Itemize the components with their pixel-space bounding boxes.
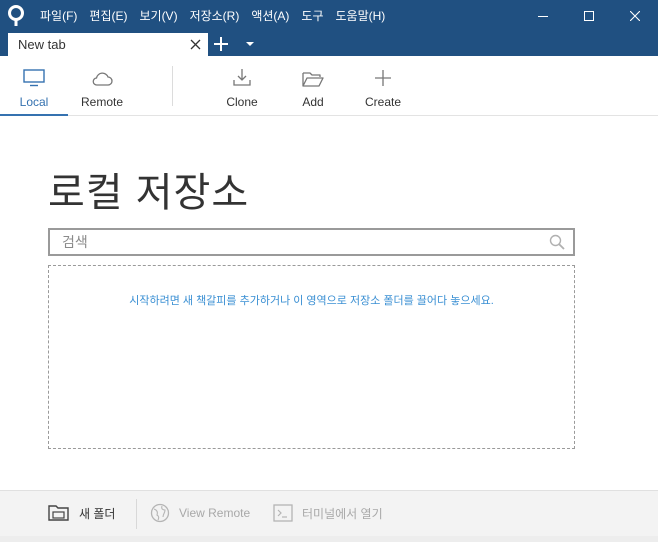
open-terminal-button[interactable]: 터미널에서 열기 (273, 499, 383, 527)
sourcetree-logo-icon (0, 0, 32, 32)
new-folder-label: 새 폴더 (79, 506, 116, 521)
tab-label: New tab (18, 37, 66, 52)
tab-local[interactable]: Local (0, 56, 68, 116)
folder-open-icon (302, 72, 324, 87)
search-input[interactable] (50, 230, 573, 254)
add-tab-button[interactable] (212, 36, 230, 52)
maximize-icon (584, 11, 594, 21)
chevron-down-icon (246, 42, 254, 46)
menu-actions[interactable]: 액션(A) (245, 0, 295, 32)
clone-button[interactable]: Clone (212, 56, 272, 116)
view-remote-label: View Remote (179, 506, 251, 520)
close-icon (630, 11, 640, 21)
add-label: Add (302, 95, 324, 109)
title-bar: 파일(F) 편집(E) 보기(V) 저장소(R) 액션(A) 도구 도움말(H) (0, 0, 658, 32)
view-remote-button[interactable]: View Remote (150, 499, 250, 527)
tab-local-label: Local (19, 95, 49, 109)
plus-icon (214, 37, 228, 51)
close-icon (190, 39, 200, 49)
tab-new-tab[interactable]: New tab (8, 33, 208, 56)
menu-bar: 파일(F) 편집(E) 보기(V) 저장소(R) 액션(A) 도구 도움말(H) (34, 0, 391, 32)
menu-file[interactable]: 파일(F) (34, 0, 83, 32)
menu-view[interactable]: 보기(V) (133, 0, 183, 32)
window-controls (520, 0, 658, 32)
menu-tools[interactable]: 도구 (295, 0, 329, 32)
minimize-button[interactable] (520, 0, 566, 32)
tab-list-button[interactable] (244, 39, 256, 49)
tab-remote[interactable]: Remote (68, 56, 136, 116)
repository-drop-zone[interactable]: 시작하려면 새 책갈피를 추가하거나 이 영역으로 저장소 폴더를 끌어다 놓으… (48, 265, 575, 449)
search-icon[interactable] (549, 234, 565, 250)
menu-edit[interactable]: 편집(E) (83, 0, 133, 32)
close-button[interactable] (612, 0, 658, 32)
monitor-icon (23, 69, 45, 87)
bottom-divider (136, 499, 137, 529)
tab-bar: New tab (0, 32, 658, 56)
bottom-bar: 새 폴더 View Remote 터미널에서 열기 (0, 490, 658, 542)
new-folder-icon (48, 505, 69, 521)
minimize-icon (538, 16, 548, 17)
plus-icon (375, 70, 391, 86)
background-window-strip (0, 536, 658, 542)
maximize-button[interactable] (566, 0, 612, 32)
terminal-icon (273, 504, 293, 522)
tab-close-button[interactable] (188, 37, 202, 51)
cloud-icon (92, 72, 113, 86)
menu-help[interactable]: 도움말(H) (330, 0, 392, 32)
main-panel: 로컬 저장소 시작하려면 새 책갈피를 추가하거나 이 영역으로 저장소 폴더를… (0, 116, 658, 490)
create-label: Create (364, 95, 402, 109)
empty-state-message: 시작하려면 새 책갈피를 추가하거나 이 영역으로 저장소 폴더를 끌어다 놓으… (129, 295, 494, 307)
download-icon (233, 69, 251, 86)
search-box (48, 228, 575, 256)
clone-label: Clone (226, 95, 258, 109)
create-button[interactable]: Create (353, 56, 413, 116)
new-folder-button[interactable]: 새 폴더 (48, 499, 115, 527)
toolbar-divider (172, 66, 173, 106)
open-terminal-label: 터미널에서 열기 (302, 506, 383, 521)
add-button[interactable]: Add (283, 56, 343, 116)
page-title: 로컬 저장소 (48, 171, 250, 215)
globe-icon (150, 503, 170, 523)
tab-remote-label: Remote (80, 95, 124, 109)
menu-repository[interactable]: 저장소(R) (184, 0, 246, 32)
toolbar: Local Remote Clone Add Create (0, 56, 658, 116)
